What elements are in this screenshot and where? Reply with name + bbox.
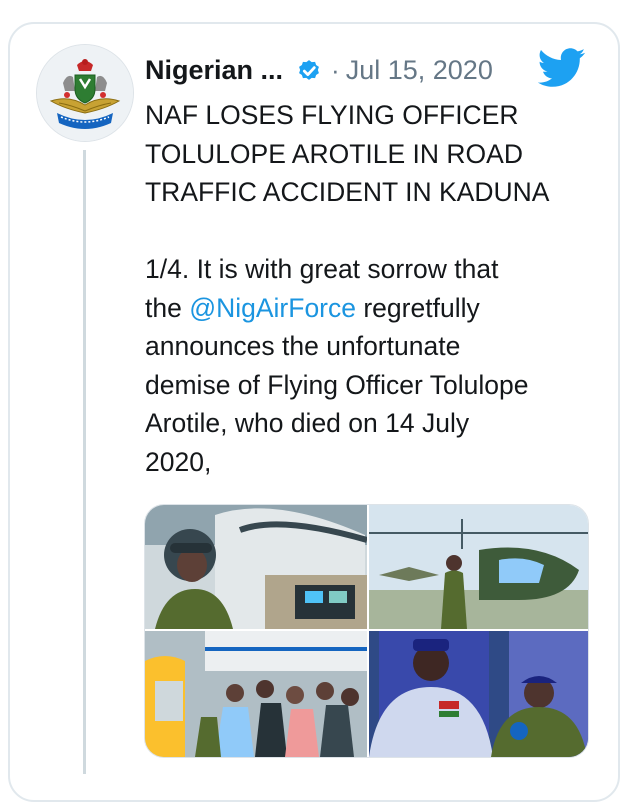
body-suffix: regretfully [356, 292, 480, 323]
tweet-header: Nigerian ... · Jul 15, 2020 [145, 50, 493, 90]
body-line: 1/4. It is with great sorrow that [145, 254, 499, 284]
twitter-bird-icon[interactable] [538, 48, 586, 88]
tweet-date[interactable]: Jul 15, 2020 [346, 55, 493, 86]
avatar[interactable] [36, 44, 134, 142]
header-separator: · [331, 54, 340, 85]
headline-line: TRAFFIC ACCIDENT IN KADUNA [145, 177, 550, 207]
body-prefix: the [145, 292, 190, 323]
headline-line: NAF LOSES FLYING OFFICER [145, 100, 519, 130]
headline-line: TOLULOPE AROTILE IN ROAD [145, 138, 523, 169]
photo-crowd-at-event[interactable] [145, 631, 367, 757]
thread-line [83, 150, 86, 774]
air-force-crest-icon [37, 45, 133, 141]
photo-officer-with-helicopter[interactable] [369, 505, 588, 629]
author-name[interactable]: Nigerian ... [145, 55, 283, 86]
photo-pilot-in-cockpit[interactable] [145, 505, 367, 629]
body-line: Arotile, who died on 14 July [145, 408, 470, 438]
media-grid [144, 504, 589, 758]
verified-badge-icon [299, 60, 319, 80]
body-line-with-mention: the @NigAirForce regretfully [145, 289, 605, 328]
body-line: 2020, [145, 446, 212, 477]
body-line: announces the unfortunate [145, 331, 461, 361]
tweet-text: NAF LOSES FLYING OFFICER TOLULOPE AROTIL… [145, 96, 605, 481]
photo-officers-portrait[interactable] [369, 631, 588, 757]
body-line: demise of Flying Officer Tolulope [145, 369, 529, 400]
mention-link[interactable]: @NigAirForce [189, 293, 356, 323]
